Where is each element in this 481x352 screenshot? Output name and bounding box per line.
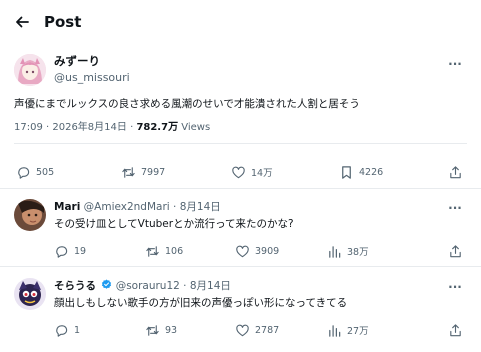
like-button[interactable]: 14万	[231, 163, 273, 181]
main-post: みずーり @us_missouri ··· 声優にまでルックスの良さ求める風潮の…	[0, 44, 481, 189]
top-bar: Post	[0, 0, 481, 44]
reply-author-name[interactable]: そらうる	[54, 280, 96, 292]
reply-text: 顔出しもしない歌手の方が旧来の声優っぽい形になってきてる	[54, 297, 348, 309]
repost-button[interactable]: 93	[145, 321, 177, 339]
reply-author-name[interactable]: Mari	[54, 201, 80, 213]
back-button[interactable]	[12, 12, 32, 32]
like-button[interactable]: 2787	[235, 321, 279, 339]
reply-header: Mari @Amiex2ndMari · 8月14日	[54, 200, 221, 214]
reply-icon	[56, 324, 68, 337]
avatar-image	[14, 54, 46, 86]
more-icon: ···	[448, 201, 462, 215]
share-button[interactable]	[448, 242, 468, 260]
bookmark-icon	[342, 165, 351, 179]
repost-button[interactable]: 7997	[121, 163, 165, 181]
share-button[interactable]	[448, 321, 468, 339]
bookmark-button[interactable]: 4226	[339, 163, 383, 181]
post-timestamp[interactable]: 17:09 · 2026年8月14日 ·	[14, 122, 136, 133]
views-count: 27万	[347, 326, 369, 337]
reply-handle-date[interactable]: @sorauru12 · 8月14日	[116, 280, 231, 292]
share-icon	[450, 323, 461, 336]
views-count: 782.7万	[136, 122, 179, 133]
repost-icon	[122, 166, 135, 178]
avatar-image	[14, 278, 46, 310]
more-icon: ···	[448, 280, 462, 294]
post-meta: 17:09 · 2026年8月14日 · 782.7万 Views	[14, 121, 210, 135]
like-icon	[232, 166, 245, 178]
reply-button[interactable]: 505	[16, 163, 54, 181]
repost-count: 106	[165, 245, 184, 257]
author-handle[interactable]: @us_missouri	[54, 70, 130, 85]
share-icon	[450, 244, 461, 257]
like-count: 3909	[255, 245, 280, 257]
like-count: 14万	[251, 168, 273, 179]
share-button[interactable]	[448, 163, 468, 181]
more-button[interactable]: ···	[446, 201, 464, 215]
repost-count: 7997	[141, 166, 166, 178]
more-button[interactable]: ···	[446, 57, 464, 71]
views-button[interactable]: 27万	[327, 321, 369, 339]
reply-item[interactable]: そらうる @sorauru12 · 8月14日 ··· 顔出しもしない歌手の方が…	[0, 267, 481, 352]
reply-item[interactable]: Mari @Amiex2ndMari · 8月14日 ··· その受け皿としてV…	[0, 189, 481, 267]
avatar[interactable]	[14, 199, 46, 231]
avatar-image	[14, 199, 46, 231]
reply-icon	[18, 166, 30, 179]
views-icon	[329, 324, 341, 337]
like-count: 2787	[255, 324, 280, 336]
reply-icon	[56, 245, 68, 258]
like-icon	[236, 324, 249, 336]
more-icon: ···	[448, 57, 462, 71]
like-button[interactable]: 3909	[235, 242, 279, 260]
back-arrow-icon	[16, 16, 29, 28]
repost-icon	[146, 245, 159, 257]
avatar[interactable]	[14, 278, 46, 310]
page-title: Post	[44, 13, 82, 31]
reply-handle-date[interactable]: @Amiex2ndMari · 8月14日	[84, 201, 221, 213]
verified-icon	[102, 279, 112, 289]
bookmark-count: 4226	[359, 166, 384, 178]
post-text: 声優にまでルックスの良さ求める風潮のせいで才能潰された人割と居そう	[14, 98, 360, 110]
author-name[interactable]: みずーり	[54, 54, 100, 69]
reply-text: その受け皿としてVtuberとか流行って来たのかな?	[54, 218, 294, 230]
divider	[14, 143, 467, 144]
avatar[interactable]	[14, 54, 46, 86]
reply-count: 1	[74, 324, 81, 336]
share-icon	[450, 165, 461, 178]
reply-count: 19	[74, 245, 87, 257]
more-button[interactable]: ···	[446, 280, 464, 294]
repost-count: 93	[165, 324, 178, 336]
views-icon	[329, 245, 341, 258]
views-count: 38万	[347, 247, 369, 258]
reply-button[interactable]: 19	[54, 242, 86, 260]
repost-button[interactable]: 106	[145, 242, 183, 260]
like-icon	[236, 245, 249, 257]
views-button[interactable]: 38万	[327, 242, 369, 260]
reply-count: 505	[36, 166, 55, 178]
repost-icon	[146, 324, 159, 336]
reply-header: そらうる @sorauru12 · 8月14日	[54, 279, 231, 293]
views-label: Views	[178, 122, 211, 133]
reply-button[interactable]: 1	[54, 321, 80, 339]
